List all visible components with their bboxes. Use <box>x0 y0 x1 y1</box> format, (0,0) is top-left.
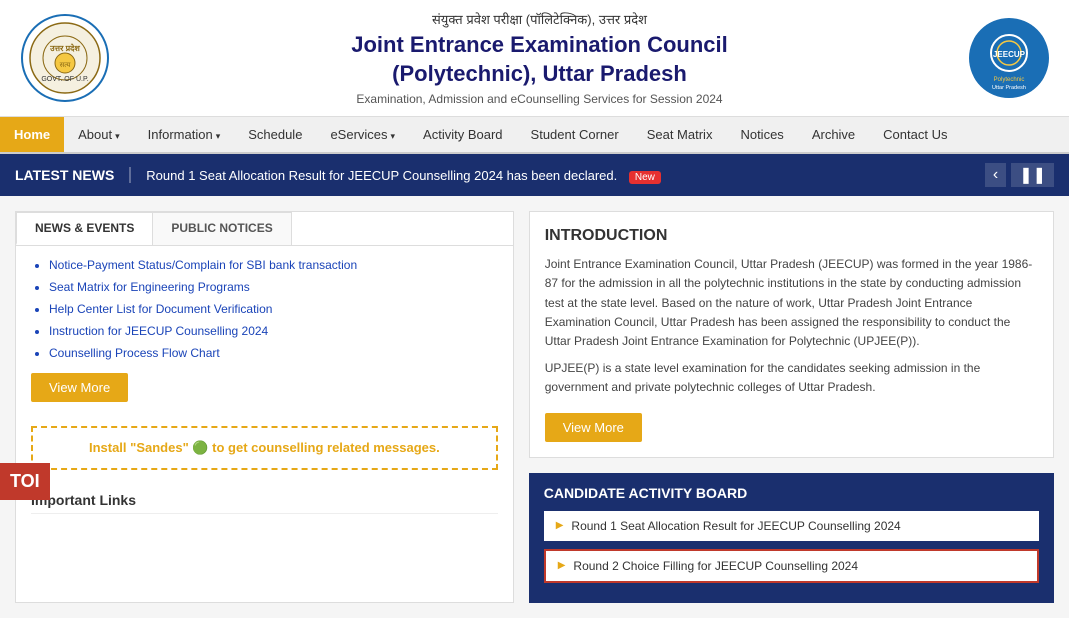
svg-text:उत्तर प्रदेश: उत्तर प्रदेश <box>49 43 80 53</box>
nav-seat-matrix[interactable]: Seat Matrix <box>633 117 727 152</box>
news-list: Notice-Payment Status/Complain for SBI b… <box>16 246 513 414</box>
nav-schedule[interactable]: Schedule <box>234 117 316 152</box>
nav-contact-us[interactable]: Contact Us <box>869 117 961 152</box>
list-item[interactable]: Help Center List for Document Verificati… <box>49 302 498 316</box>
header-title: Joint Entrance Examination Council (Poly… <box>110 31 969 88</box>
right-panel: INTRODUCTION Joint Entrance Examination … <box>529 211 1054 602</box>
list-item[interactable]: Counselling Process Flow Chart <box>49 346 498 360</box>
main-content: NEWS & EVENTS PUBLIC NOTICES Notice-Paym… <box>0 196 1069 617</box>
left-logo: उत्तर प्रदेश सत्य GOVT. OF U.P. <box>20 13 110 103</box>
latest-news-label: LATEST NEWS <box>15 167 131 183</box>
nav-about[interactable]: About▾ <box>64 117 134 152</box>
tab-public-notices[interactable]: PUBLIC NOTICES <box>152 212 291 245</box>
header-subtitle: Examination, Admission and eCounselling … <box>110 92 969 106</box>
intro-text-2: UPJEE(P) is a state level examination fo… <box>545 359 1038 397</box>
news-nav-controls: ‹ ❚❚ <box>985 163 1054 187</box>
list-item[interactable]: Instruction for JEECUP Counselling 2024 <box>49 324 498 338</box>
activity-board-title: CANDIDATE ACTIVITY BOARD <box>544 485 1039 501</box>
view-more-news-button[interactable]: View More <box>31 373 128 402</box>
right-logo: JEECUP Polytechnic Uttar Pradesh <box>969 18 1049 98</box>
svg-text:सत्य: सत्य <box>60 62 72 69</box>
sandes-banner: Install "Sandes" 🟢 to get counselling re… <box>31 426 498 470</box>
nav-student-corner[interactable]: Student Corner <box>517 117 633 152</box>
intro-text-1: Joint Entrance Examination Council, Utta… <box>545 255 1038 351</box>
activity-board-section: CANDIDATE ACTIVITY BOARD Round 1 Seat Al… <box>529 473 1054 603</box>
intro-viewmore: View More <box>545 408 1038 442</box>
nav-information[interactable]: Information▾ <box>134 117 235 152</box>
header-hindi-text: संयुक्त प्रवेश परीक्षा (पॉलिटेक्निक), उत… <box>110 10 969 28</box>
list-item[interactable]: Notice-Payment Status/Complain for SBI b… <box>49 258 498 272</box>
svg-text:GOVT. OF U.P.: GOVT. OF U.P. <box>41 76 88 83</box>
nav-archive[interactable]: Archive <box>798 117 869 152</box>
svg-text:Polytechnic: Polytechnic <box>994 77 1025 83</box>
left-panel: NEWS & EVENTS PUBLIC NOTICES Notice-Paym… <box>15 211 514 602</box>
svg-text:JEECUP: JEECUP <box>993 50 1026 59</box>
latest-news-bar: LATEST NEWS Round 1 Seat Allocation Resu… <box>0 154 1069 196</box>
intro-title: INTRODUCTION <box>545 227 1038 245</box>
latest-news-text: Round 1 Seat Allocation Result for JEECU… <box>146 168 985 183</box>
view-more-intro-button[interactable]: View More <box>545 413 642 442</box>
activity-item-2[interactable]: Round 2 Choice Filling for JEECUP Counse… <box>544 549 1039 583</box>
toi-badge: TOI <box>0 463 50 500</box>
news-pause-button[interactable]: ❚❚ <box>1011 163 1054 187</box>
sandes-dot-icon: 🟢 <box>192 440 212 455</box>
list-item[interactable]: Seat Matrix for Engineering Programs <box>49 280 498 294</box>
news-prev-button[interactable]: ‹ <box>985 163 1006 187</box>
nav-notices[interactable]: Notices <box>726 117 797 152</box>
svg-text:Uttar Pradesh: Uttar Pradesh <box>992 85 1026 91</box>
nav-activity-board[interactable]: Activity Board <box>409 117 516 152</box>
news-badge: New <box>629 171 661 184</box>
nav-eservices[interactable]: eServices▾ <box>316 117 409 152</box>
news-tabs: NEWS & EVENTS PUBLIC NOTICES <box>16 212 513 246</box>
important-links-title: Important Links <box>31 492 498 514</box>
important-links-section: Important Links <box>16 482 513 532</box>
main-nav: Home About▾ Information▾ Schedule eServi… <box>0 117 1069 154</box>
tab-news-events[interactable]: NEWS & EVENTS <box>16 212 153 245</box>
header-center: संयुक्त प्रवेश परीक्षा (पॉलिटेक्निक), उत… <box>110 10 969 106</box>
activity-item-1[interactable]: Round 1 Seat Allocation Result for JEECU… <box>544 511 1039 541</box>
page-header: उत्तर प्रदेश सत्य GOVT. OF U.P. संयुक्त … <box>0 0 1069 117</box>
nav-home[interactable]: Home <box>0 117 64 152</box>
intro-section: INTRODUCTION Joint Entrance Examination … <box>529 211 1054 457</box>
